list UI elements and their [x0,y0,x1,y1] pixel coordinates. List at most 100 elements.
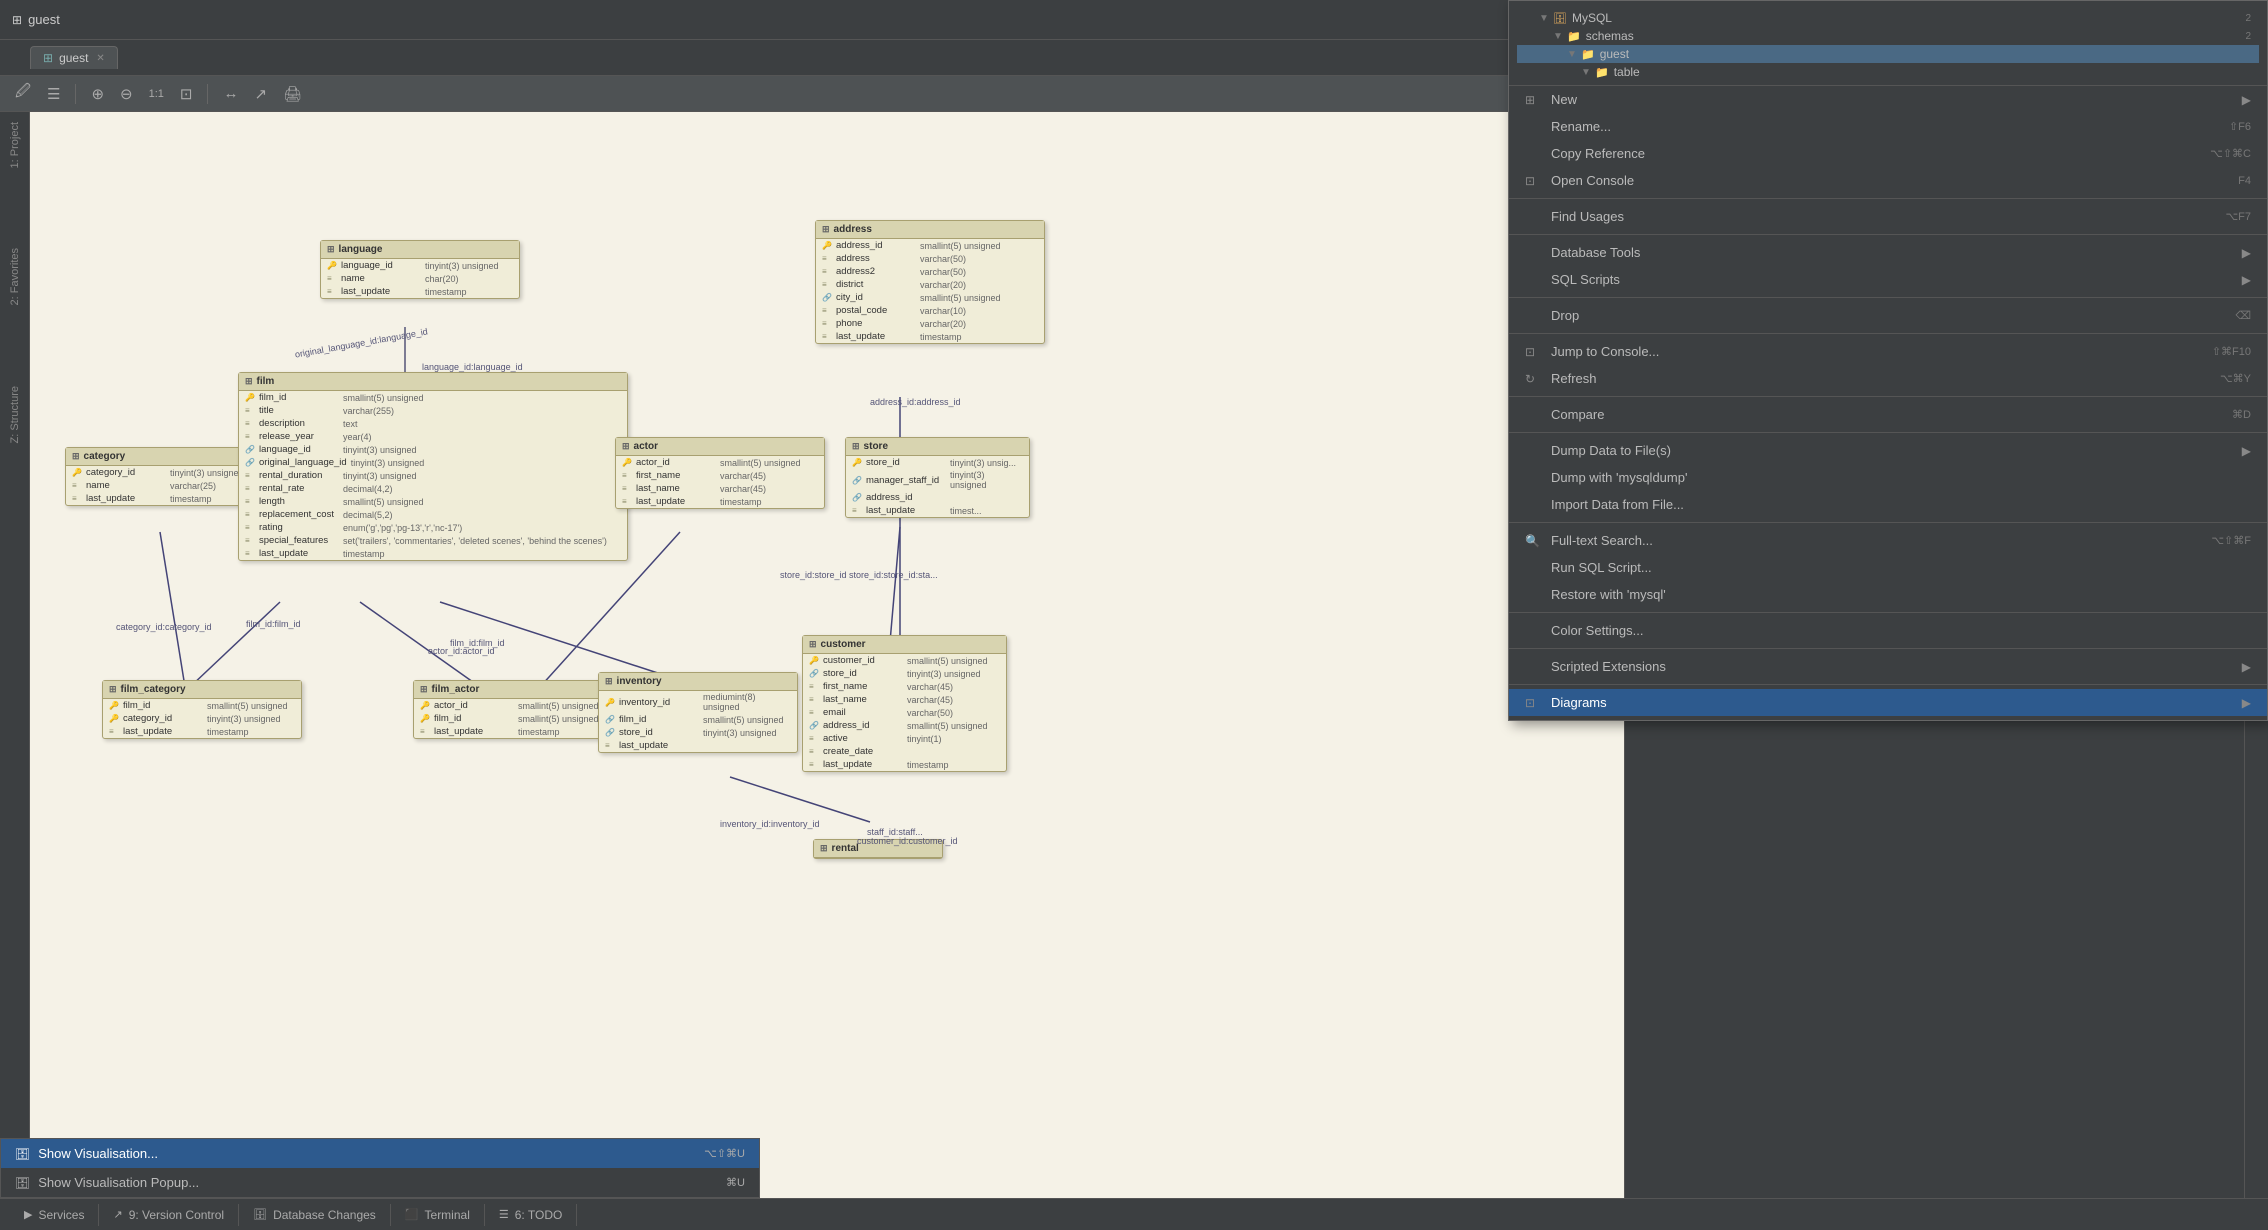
ctx-mysqldump[interactable]: Dump with 'mysqldump' [1509,464,2267,491]
ctx-import[interactable]: Import Data from File... [1509,491,2267,518]
ctx-run-sql[interactable]: Run SQL Script... [1509,554,2267,581]
field-icon: ≡ [622,471,632,480]
diagram-canvas[interactable]: ⊞ language 🔑 language_id tinyint(3) unsi… [30,112,1624,1198]
address-table[interactable]: ⊞ address 🔑 address_id smallint(5) unsig… [815,220,1045,344]
services-tab[interactable]: ▶ Services [10,1204,99,1226]
table-view-btn[interactable]: ☰ [42,82,65,106]
structure-side-tab[interactable]: Z: Structure [9,376,21,453]
fk-icon: 🔗 [605,728,615,737]
ctx-compare[interactable]: Compare ⌘D [1509,401,2267,428]
favorites-side-tab[interactable]: 2: Favorites [9,238,21,315]
ctx-db-tools[interactable]: Database Tools ▶ [1509,239,2267,266]
actor-table-header: ⊞ actor [616,438,824,456]
ctx-find-usages[interactable]: Find Usages ⌥F7 [1509,203,2267,230]
show-visualisation-btn[interactable]: 🗄 Show Visualisation... ⌥⇧⌘U [1,1139,759,1168]
layout-btn[interactable]: ↔ [218,82,243,105]
inventory-table-name: inventory [617,676,662,687]
project-side-tab[interactable]: 1: Project [9,112,21,178]
ctx-restore[interactable]: Restore with 'mysql' [1509,581,2267,608]
table-row: ≡ last_update [599,739,797,752]
inventory-table[interactable]: ⊞ inventory 🔑 inventory_id mediumint(8) … [598,672,798,753]
field-name: address_id [836,240,916,251]
select-tool-btn[interactable]: 🖉 [10,78,36,109]
fk-label: inventory_id:inventory_id [720,819,820,829]
field-name: film_id [123,700,203,711]
show-vis-shortcut: ⌥⇧⌘U [704,1147,745,1160]
table-row: ≡ district varchar(20) [816,278,1044,291]
film-category-table[interactable]: ⊞ film_category 🔑 film_id smallint(5) un… [102,680,302,739]
db-changes-tab[interactable]: 🗄 Database Changes [239,1204,391,1226]
field-type: varchar(45) [907,695,953,705]
tab-close-icon[interactable]: ✕ [96,53,104,64]
field-type: varchar(50) [920,267,966,277]
table-row: ≡ last_update timestamp [816,330,1044,343]
terminal-tab[interactable]: ⬛ Terminal [391,1204,485,1226]
language-table[interactable]: ⊞ language 🔑 language_id tinyint(3) unsi… [320,240,520,299]
services-label: Services [38,1208,84,1222]
fk-icon: 🔗 [809,721,819,730]
zoom-in-btn[interactable]: ⊕ [86,82,109,106]
film-actor-table[interactable]: ⊞ film_actor 🔑 actor_id smallint(5) unsi… [413,680,608,739]
table-name: language [339,244,383,255]
ctx-sql-scripts[interactable]: SQL Scripts ▶ [1509,266,2267,293]
ctx-dump-file[interactable]: Dump Data to File(s) ▶ [1509,437,2267,464]
ctx-run-sql-label: Run SQL Script... [1551,560,1652,575]
tree-tables[interactable]: ▼ 📁 table [1517,63,2259,81]
db-changes-label: Database Changes [273,1208,376,1222]
ctx-drop[interactable]: Drop ⌫ [1509,302,2267,329]
guest-tab[interactable]: ⊞ guest ✕ [30,46,118,69]
field-type: timestamp [920,332,962,342]
ctx-open-console[interactable]: ⊡ Open Console F4 [1509,167,2267,194]
field-icon: ≡ [822,319,832,328]
toolbar-separator [75,84,76,104]
version-control-tab[interactable]: ↗ 9: Version Control [99,1204,239,1226]
ctx-rename[interactable]: Rename... ⇧F6 [1509,113,2267,140]
show-visualisation-popup-btn[interactable]: 🗄 Show Visualisation Popup... ⌘U [1,1168,759,1197]
ctx-fulltext[interactable]: 🔍 Full-text Search... ⌥⇧⌘F [1509,527,2267,554]
ctx-scripted[interactable]: Scripted Extensions ▶ [1509,653,2267,680]
table-row: 🔗 film_id smallint(5) unsigned [599,713,797,726]
actor-table[interactable]: ⊞ actor 🔑 actor_id smallint(5) unsigned … [615,437,825,509]
customer-table[interactable]: ⊞ customer 🔑 customer_id smallint(5) uns… [802,635,1007,772]
ctx-diagrams-arrow: ▶ [2242,696,2251,710]
field-type: year(4) [343,432,372,442]
actual-size-btn[interactable]: 1:1 [144,85,169,103]
export-btn[interactable]: ↗ [249,82,272,106]
ctx-color[interactable]: Color Settings... [1509,617,2267,644]
ctx-copy-ref[interactable]: Copy Reference ⌥⇧⌘C [1509,140,2267,167]
field-type: timestamp [343,549,385,559]
zoom-out-btn[interactable]: ⊖ [115,82,138,106]
film-table[interactable]: ⊞ film 🔑 film_id smallint(5) unsigned ≡ … [238,372,628,561]
tree-schemas[interactable]: ▼ 📁 schemas 2 [1517,27,2259,45]
fit-btn[interactable]: ⊡ [175,82,198,106]
field-name: address_id [823,720,903,731]
table-row: ≡ last_update timestamp [321,285,519,298]
print-btn[interactable]: 🖨 [278,82,307,106]
field-name: store_id [823,668,903,679]
tree-guest[interactable]: ▼ 📁 guest [1517,45,2259,63]
address-table-header: ⊞ address [816,221,1044,239]
ctx-jump-console[interactable]: ⊡ Jump to Console... ⇧⌘F10 [1509,338,2267,365]
pk-icon: 🔑 [852,458,862,467]
ctx-new[interactable]: ⊞ New ▶ [1509,86,2267,113]
ctx-console-shortcut: F4 [2238,175,2251,187]
field-name: language_id [341,260,421,271]
ctx-restore-label: Restore with 'mysql' [1551,587,1666,602]
window-title: guest [28,12,60,27]
field-name: manager_staff_id [866,475,946,486]
field-type: enum('g','pg','pg-13','r','nc-17') [343,523,462,533]
table-row: ≡ rental_duration tinyint(3) unsigned [239,469,627,482]
todo-tab[interactable]: ☰ 6: TODO [485,1204,577,1226]
field-type: tinyint(3) unsigned [207,714,281,724]
category-table[interactable]: ⊞ category 🔑 category_id tinyint(3) unsi… [65,447,260,506]
field-name: film_id [619,714,699,725]
ctx-refresh[interactable]: ↻ Refresh ⌥⌘Y [1509,365,2267,392]
ctx-diagrams[interactable]: ⊡ Diagrams ▶ [1509,689,2267,716]
ctx-drop-shortcut: ⌫ [2235,309,2251,322]
field-name: store_id [866,457,946,468]
field-icon: ≡ [245,497,255,506]
ctx-sql-arrow: ▶ [2242,273,2251,287]
table-row: ≡ last_name varchar(45) [803,693,1006,706]
tree-mysql[interactable]: ▼ 🗄 MySQL 2 [1517,9,2259,27]
store-table[interactable]: ⊞ store 🔑 store_id tinyint(3) unsig... 🔗… [845,437,1030,518]
